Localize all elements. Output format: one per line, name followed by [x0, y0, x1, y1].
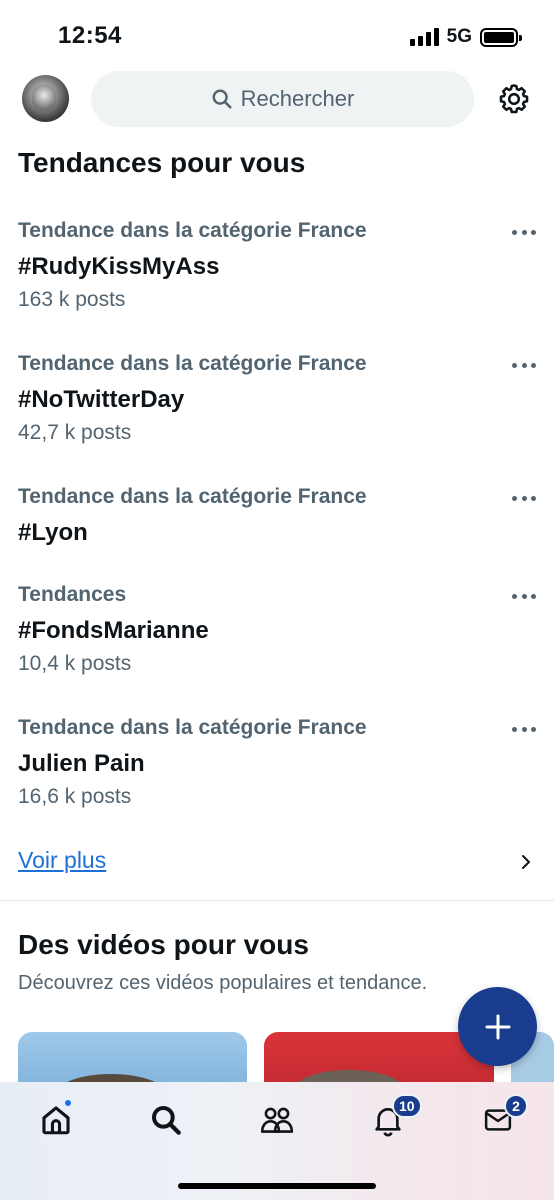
more-options-icon[interactable] [512, 360, 536, 370]
tab-notifications[interactable]: 10 [368, 1094, 422, 1140]
videos-subtitle: Découvrez ces vidéos populaires et tenda… [18, 972, 428, 994]
trend-post-count: 10,4 k posts [18, 652, 132, 675]
tab-home[interactable] [36, 1098, 76, 1140]
section-divider [0, 900, 554, 901]
tab-search[interactable] [146, 1100, 186, 1140]
people-icon [260, 1107, 294, 1133]
trends-title: Tendances pour vous [18, 147, 306, 178]
trend-post-count: 163 k posts [18, 288, 126, 311]
trend-category: Tendance dans la catégorie France [18, 485, 367, 508]
home-icon [42, 1106, 70, 1135]
search-placeholder: Rechercher [240, 86, 355, 111]
trend-category: Tendance dans la catégorie France [18, 219, 367, 242]
trend-category: Tendance dans la catégorie France [18, 716, 367, 739]
trend-category: Tendance dans la catégorie France [18, 352, 367, 375]
settings-gear-icon[interactable] [497, 82, 531, 116]
trend-post-count: 42,7 k posts [18, 421, 132, 444]
messages-badge: 2 [504, 1094, 528, 1118]
videos-title: Des vidéos pour vous [18, 929, 309, 960]
tab-messages[interactable]: 2 [478, 1094, 528, 1140]
status-indicators: 5G [409, 26, 522, 48]
trend-name: #Lyon [18, 519, 88, 546]
trend-name: #NoTwitterDay [18, 386, 185, 413]
home-unread-dot [63, 1098, 73, 1108]
profile-avatar[interactable] [22, 75, 69, 122]
chevron-right-icon[interactable] [518, 853, 534, 871]
more-options-icon[interactable] [512, 591, 536, 601]
trend-category: Tendances [18, 583, 127, 606]
status-time: 12:54 [58, 22, 122, 49]
trend-name: #RudyKissMyAss [18, 253, 220, 280]
search-bar[interactable]: Rechercher [91, 71, 474, 127]
notifications-badge: 10 [392, 1094, 422, 1118]
more-options-icon[interactable] [512, 724, 536, 734]
plus-icon [485, 1014, 510, 1039]
battery-icon [480, 27, 522, 47]
home-indicator [178, 1183, 376, 1189]
trend-name: #FondsMarianne [18, 617, 209, 644]
search-icon [212, 89, 232, 109]
more-options-icon[interactable] [512, 227, 536, 237]
explore-header: Rechercher [0, 70, 554, 128]
compose-button[interactable] [458, 987, 537, 1066]
status-bar: 12:54 5G [0, 0, 554, 72]
network-label: 5G [446, 26, 472, 47]
search-icon [152, 1106, 181, 1135]
trend-name: Julien Pain [18, 750, 145, 777]
see-more-link[interactable]: Voir plus [18, 847, 106, 874]
signal-icon [409, 28, 439, 46]
more-options-icon[interactable] [512, 493, 536, 503]
tab-communities[interactable] [257, 1100, 297, 1140]
trend-post-count: 16,6 k posts [18, 785, 132, 808]
